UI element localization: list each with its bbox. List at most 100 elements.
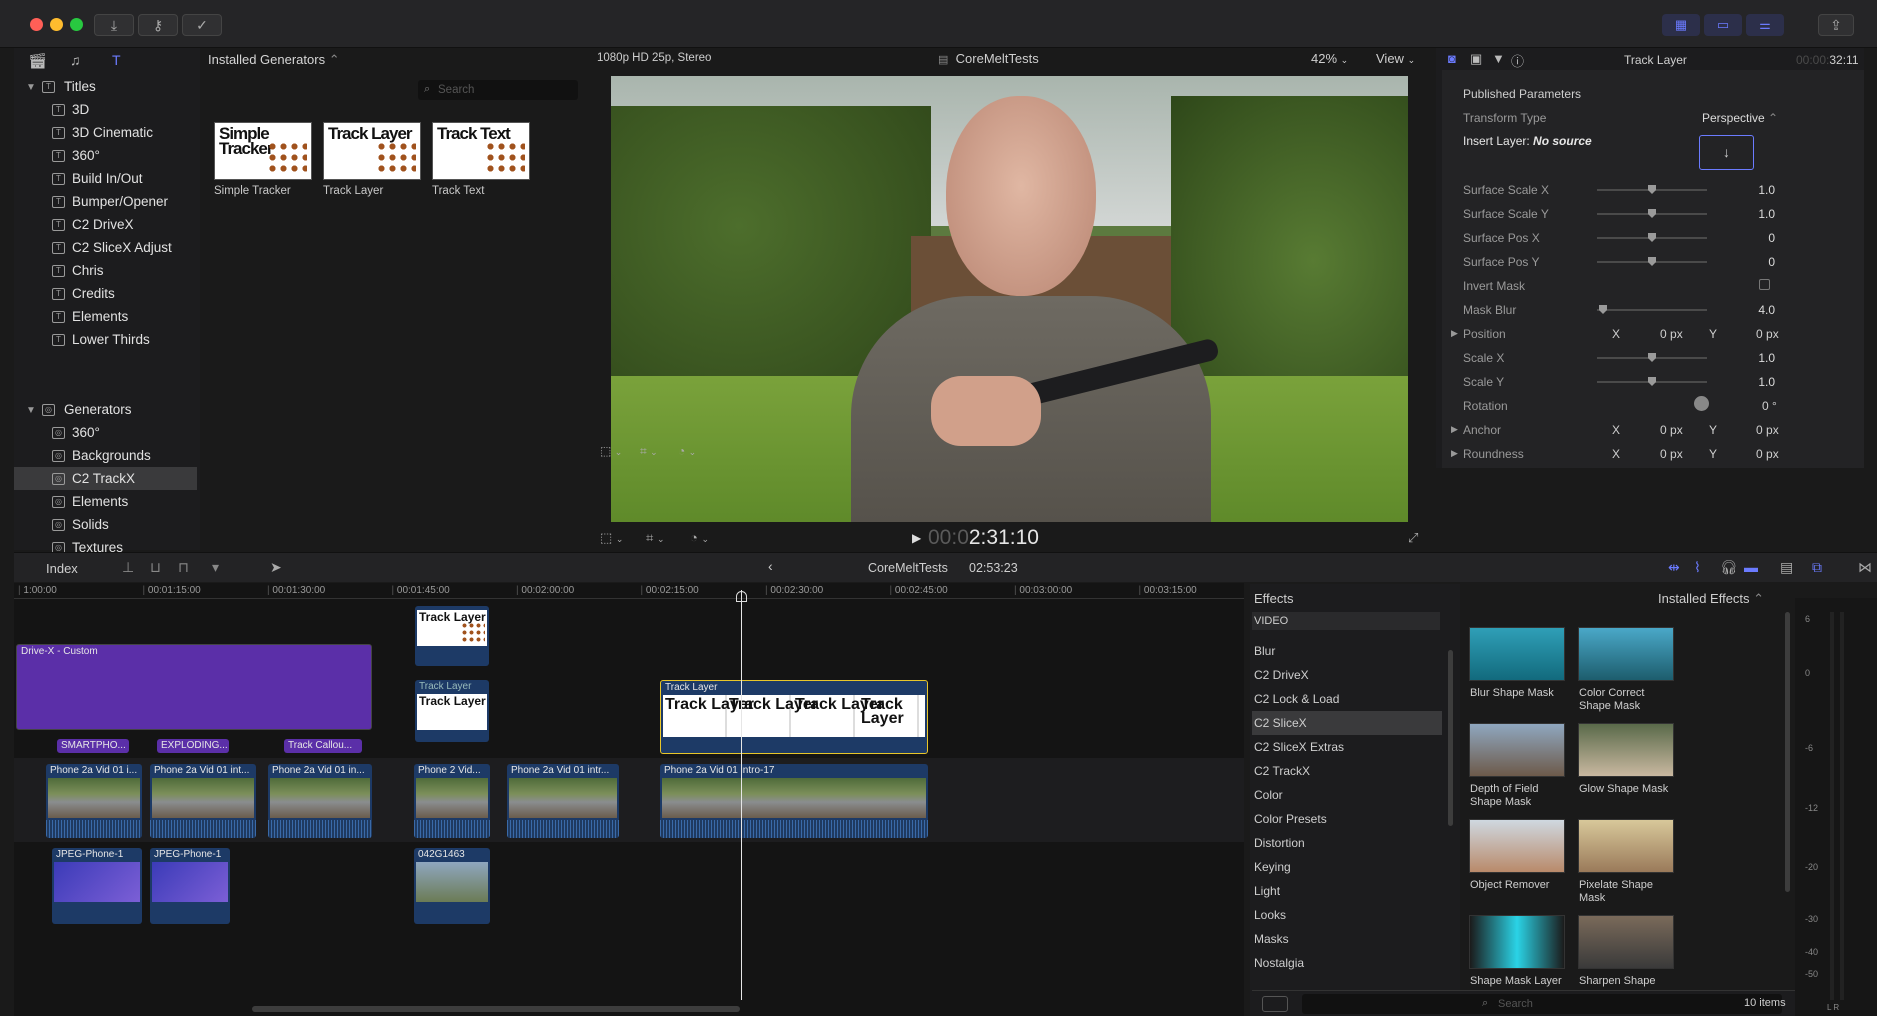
effects-category-item[interactable]: C2 Lock & Load [1252, 687, 1442, 711]
headphones-icon[interactable]: 🎧︎ [1720, 559, 1738, 576]
video-clip[interactable]: Phone 2a Vid 01 intr... [507, 764, 619, 838]
rotation-field[interactable]: 0 ° [1762, 399, 1777, 413]
video-clip[interactable]: Phone 2a Vid 01 in... [268, 764, 372, 838]
share-button[interactable]: ⇪ [1818, 14, 1854, 36]
track-layer-small-clip[interactable]: Track Layer Track Layer [415, 680, 489, 742]
view-popup[interactable]: View ⌄ [1376, 51, 1415, 66]
installed-generators-popup[interactable]: Installed Generators ⌃ [208, 52, 340, 68]
transitions-browser-icon[interactable]: ⋈ [1858, 559, 1872, 576]
track-callout-title-clip[interactable]: Track Callou... [284, 739, 362, 753]
disclosure-triangle-icon[interactable]: ▶ [1451, 328, 1458, 339]
sidebar-toggle-icon[interactable] [1262, 996, 1288, 1012]
video-clip[interactable]: Phone 2 Vid... [414, 764, 490, 838]
sidebar-item-title[interactable]: T Elements [14, 305, 197, 328]
effects-category-item[interactable]: Looks [1252, 903, 1442, 927]
sidebar-item-generator[interactable]: ◎ Elements [14, 490, 197, 513]
viewer-display-options[interactable]: ⬚ ⌄ [600, 444, 622, 458]
rotation-dial[interactable] [1694, 396, 1709, 411]
effects-browser-icon[interactable]: ⧉ [1812, 559, 1822, 576]
snapping-icon[interactable]: ▬ [1744, 559, 1758, 575]
playhead[interactable] [741, 590, 742, 1000]
import-button[interactable]: ⤓ [94, 14, 134, 36]
sidebar-titles-header[interactable]: T Titles [14, 75, 197, 98]
effect-thumbnail[interactable] [1578, 627, 1674, 681]
categories-scrollbar[interactable] [1448, 650, 1453, 826]
effect-thumbnail[interactable] [1469, 819, 1565, 873]
insert-layer-well[interactable]: ↓ [1699, 135, 1754, 170]
drivex-custom-clip[interactable]: Drive-X - Custom [16, 644, 372, 730]
generator-thumbnail[interactable]: Track Layer [323, 122, 421, 180]
sidebar-item-generator[interactable]: ◎ 360° [14, 421, 197, 444]
param-slider[interactable] [1597, 209, 1707, 218]
param-slider[interactable] [1597, 233, 1707, 242]
sidebar-item-title[interactable]: T C2 DriveX [14, 213, 197, 236]
sidebar-item-title[interactable]: T 360° [14, 144, 197, 167]
effects-category-item[interactable]: C2 DriveX [1252, 663, 1442, 687]
viewer-display-options[interactable]: ⬚ ⌄ [600, 530, 623, 546]
effects-scrollbar[interactable] [1785, 612, 1790, 892]
sidebar-item-title[interactable]: T 3D [14, 98, 197, 121]
installed-effects-popup[interactable]: Installed Effects ⌃ [1658, 591, 1764, 607]
disclosure-triangle-icon[interactable]: ▶ [1451, 424, 1458, 435]
show-inspector-button[interactable]: ⚌ [1746, 14, 1784, 36]
effects-category-item[interactable]: Distortion [1252, 831, 1442, 855]
back-arrow-icon[interactable]: ‹ [768, 558, 773, 574]
timecode-display[interactable]: 00:02:31:10 [928, 526, 1039, 550]
effects-category-item[interactable]: Blur [1252, 639, 1442, 663]
param-value[interactable]: 1.0 [1715, 183, 1775, 197]
effects-category-item[interactable]: Keying [1252, 855, 1442, 879]
overwrite-clip-icon[interactable]: ▾ [212, 559, 219, 576]
clip-appearance-icon[interactable]: ▤ [1780, 559, 1793, 576]
video-clip[interactable]: Phone 2a Vid 01 int... [150, 764, 256, 838]
video-inspector-icon[interactable]: ▣ [1470, 51, 1482, 67]
sidebar-item-title[interactable]: T Build In/Out [14, 167, 197, 190]
sidebar-item-generator[interactable]: ◎ C2 TrackX [14, 467, 197, 490]
effect-thumbnail[interactable] [1469, 723, 1565, 777]
effect-thumbnail[interactable] [1469, 627, 1565, 681]
effect-thumbnail[interactable] [1578, 819, 1674, 873]
zoom-window-button[interactable] [70, 18, 83, 31]
sidebar-item-generator[interactable]: ◎ Solids [14, 513, 197, 536]
image-clip[interactable]: JPEG-Phone-1 [150, 848, 230, 924]
roundness-y-field[interactable]: 0 px [1756, 447, 1779, 461]
effects-category-item[interactable]: Color Presets [1252, 807, 1442, 831]
zoom-popup[interactable]: 42% ⌄ [1311, 51, 1348, 66]
transform-type-popup[interactable]: Perspective ⌃ [1702, 111, 1778, 125]
anchor-y-field[interactable]: 0 px [1756, 423, 1779, 437]
exploding-title-clip[interactable]: EXPLODING... [157, 739, 229, 753]
speed-tools[interactable]: ◔ ⌄ [678, 444, 696, 458]
sidebar-item-title[interactable]: T Chris [14, 259, 197, 282]
param-value[interactable]: 0 [1715, 231, 1775, 245]
playhead-head[interactable] [736, 591, 747, 602]
sidebar-item-title[interactable]: T 3D Cinematic [14, 121, 197, 144]
close-window-button[interactable] [30, 18, 43, 31]
speed-tools[interactable]: ◔ ⌄ [690, 530, 709, 545]
position-y-field[interactable]: 0 px [1756, 327, 1779, 341]
show-timeline-button[interactable]: ▭ [1704, 14, 1742, 36]
param-value[interactable]: 0 [1715, 255, 1775, 269]
invert-mask-checkbox[interactable] [1759, 279, 1770, 290]
clapper-icon[interactable]: 🎬︎ [28, 52, 47, 70]
effects-category-item[interactable]: Nostalgia [1252, 951, 1442, 975]
audio-skimming-icon[interactable]: ⌇ [1694, 559, 1701, 576]
search-field[interactable]: ⌕ Search [418, 80, 578, 100]
effects-category-item[interactable]: Color [1252, 783, 1442, 807]
append-clip-icon[interactable]: ⊓ [178, 559, 189, 576]
sidebar-item-title[interactable]: T Lower Thirds [14, 328, 197, 351]
keywords-button[interactable]: ⚷ [138, 14, 178, 36]
generator-thumbnail[interactable]: Simple Tracker [214, 122, 312, 180]
sidebar-item-generator[interactable]: ◎ Backgrounds [14, 444, 197, 467]
position-x-field[interactable]: 0 px [1660, 327, 1683, 341]
skimming-icon[interactable]: ⇹ [1668, 559, 1680, 576]
track-layer-main-clip[interactable]: Track Layer Track Layer Track Layer Trac… [660, 680, 928, 754]
effect-thumbnail[interactable] [1578, 915, 1674, 969]
param-slider[interactable] [1597, 185, 1707, 194]
effects-category-item[interactable]: Light [1252, 879, 1442, 903]
mask-blur-value[interactable]: 4.0 [1715, 303, 1775, 317]
effects-search-field[interactable]: ⌕ Search [1302, 994, 1782, 1014]
transform-tools[interactable]: ⌗ ⌄ [646, 530, 665, 546]
scale-x-value[interactable]: 1.0 [1715, 351, 1775, 365]
index-button[interactable]: Index [46, 561, 78, 576]
sidebar-item-title[interactable]: T C2 SliceX Adjust [14, 236, 197, 259]
music-icon[interactable]: ♫ [70, 52, 81, 68]
